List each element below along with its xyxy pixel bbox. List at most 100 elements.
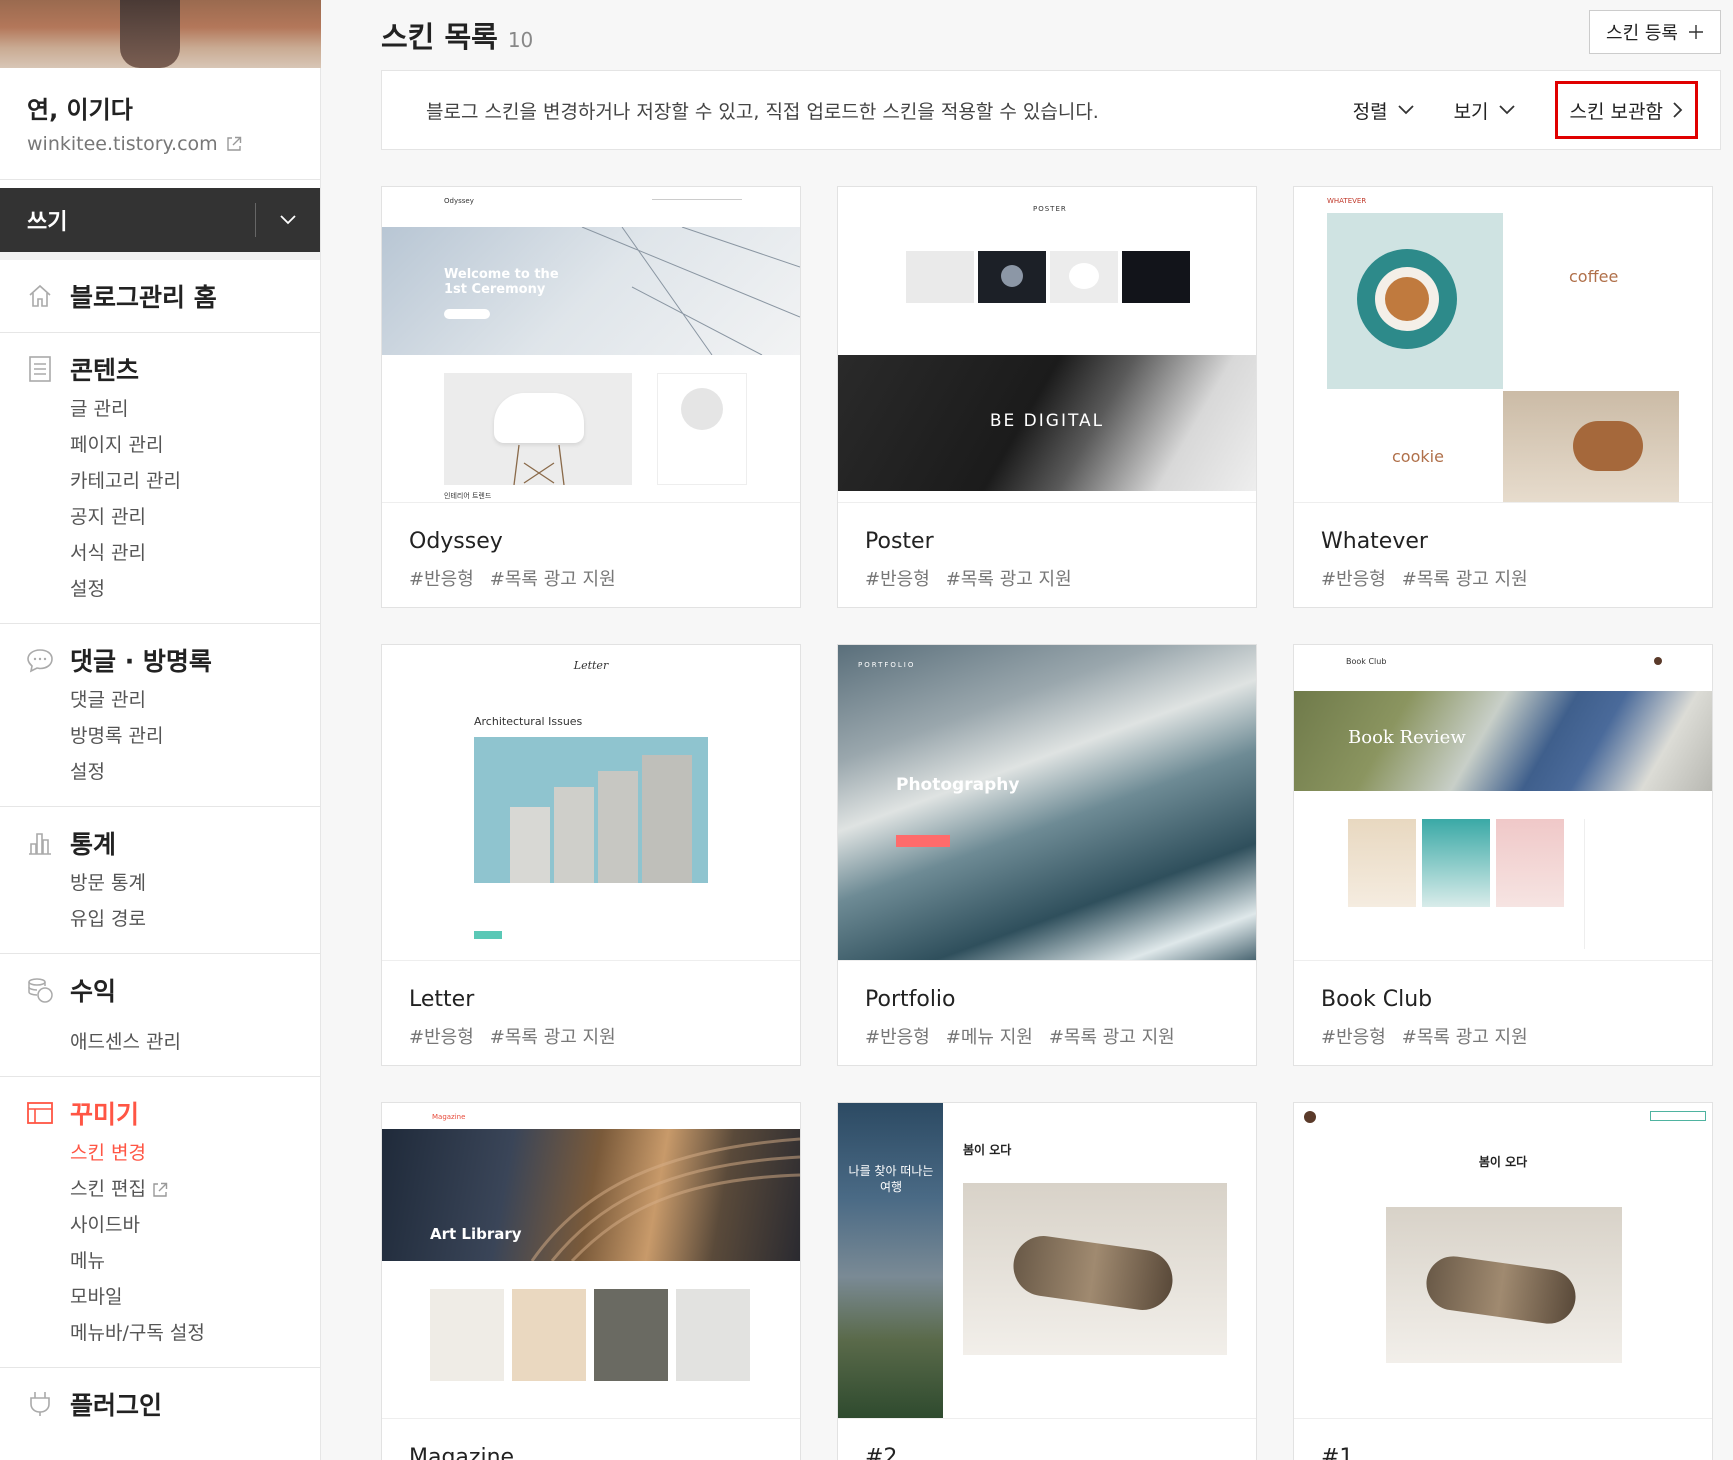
skin-tag: #반응형 <box>409 1027 474 1048</box>
skin-tag: #목록 광고 지원 <box>1401 1027 1528 1048</box>
skin-card-1[interactable]: 봄이 오다 #1 <box>1293 1102 1713 1460</box>
sub-item-skin-edit[interactable]: 스킨 편집 <box>0 1171 320 1207</box>
preview-subscribe-button <box>1650 1111 1706 1121</box>
plug-icon <box>26 1390 54 1418</box>
write-dropdown-toggle[interactable] <box>256 188 320 252</box>
skin-register-button[interactable]: 스킨 등록 <box>1589 10 1721 54</box>
sub-item-sidebar[interactable]: 사이드바 <box>0 1207 320 1243</box>
preview-hero-button <box>896 835 950 847</box>
preview-hero-text: Book Review <box>1348 727 1466 748</box>
profile-cover-image <box>0 0 321 68</box>
preview-search-line <box>652 199 742 200</box>
sub-item-mobile[interactable]: 모바일 <box>0 1279 320 1315</box>
blog-url-text: winkitee.tistory.com <box>27 133 218 155</box>
skin-name: Book Club <box>1321 987 1433 1012</box>
skin-name: Magazine <box>409 1445 515 1460</box>
skin-name: Whatever <box>1321 529 1428 554</box>
skin-preview-book-club[interactable]: Book Club Book Review <box>1294 645 1712 961</box>
skin-card-portfolio[interactable]: PORTFOLIO Photography Portfolio #반응형 #메뉴… <box>837 644 1257 1066</box>
menu-customize[interactable]: 꾸미기 <box>0 1091 320 1135</box>
sub-item-posts[interactable]: 글 관리 <box>0 391 320 427</box>
menu-revenue[interactable]: 수익 <box>0 968 320 1012</box>
document-icon <box>26 355 54 383</box>
skin-card-book-club[interactable]: Book Club Book Review Book Club #반응형 #목록… <box>1293 644 1713 1066</box>
profile-box: 연, 이기다 winkitee.tistory.com <box>0 68 320 180</box>
skin-preview-letter[interactable]: Letter Architectural Issues <box>382 645 800 961</box>
speech-bubble-icon <box>26 646 54 674</box>
menu-plugins[interactable]: 플러그인 <box>0 1382 320 1426</box>
sub-item-categories[interactable]: 카테고리 관리 <box>0 463 320 499</box>
sub-item-visit-stats[interactable]: 방문 통계 <box>0 865 320 901</box>
sort-label: 정렬 <box>1352 100 1388 123</box>
skin-card-whatever[interactable]: WHATEVER coffee cookie Whatever #반응형 #목록… <box>1293 186 1713 608</box>
layout-icon <box>26 1099 54 1127</box>
preview-cat-image <box>1386 1207 1622 1363</box>
menu-contents[interactable]: 콘텐츠 <box>0 347 320 391</box>
sort-dropdown[interactable]: 정렬 <box>1353 97 1414 124</box>
skin-card-letter[interactable]: Letter Architectural Issues Letter #반응형 … <box>381 644 801 1066</box>
sub-item-comments[interactable]: 댓글 관리 <box>0 682 320 718</box>
menu-customize-label: 꾸미기 <box>70 1100 140 1129</box>
menu-revenue-label: 수익 <box>70 977 117 1006</box>
sub-item-menubar-subscribe[interactable]: 메뉴바/구독 설정 <box>0 1315 320 1351</box>
sub-item-adsense[interactable]: 애드센스 관리 <box>0 1024 320 1060</box>
preview-book-2 <box>1422 819 1490 907</box>
preview-hero-text: Art Library <box>430 1225 522 1243</box>
skin-register-label: 스킨 등록 <box>1606 23 1678 44</box>
skin-preview-magazine[interactable]: Magazine Art Library <box>382 1103 800 1419</box>
sub-item-skin-change[interactable]: 스킨 변경 <box>0 1135 320 1171</box>
skin-card-2[interactable]: 나를 찾아 떠나는 여행 봄이 오다 #2 <box>837 1102 1257 1460</box>
page: 연, 이기다 winkitee.tistory.com 쓰기 블로그관리 홈 콘… <box>0 0 1733 1460</box>
preview-thumb-3 <box>1050 251 1118 303</box>
sub-item-menu[interactable]: 메뉴 <box>0 1243 320 1279</box>
sub-item-notices[interactable]: 공지 관리 <box>0 499 320 535</box>
skin-tags: #반응형 #목록 광고 지원 <box>1321 1023 1528 1049</box>
menu-section-home: 블로그관리 홈 <box>0 252 320 332</box>
skin-card-magazine[interactable]: Magazine Art Library Magazine <box>381 1102 801 1460</box>
preview-header-text: Magazine <box>432 1113 466 1121</box>
skin-card-odyssey[interactable]: Odyssey Welcome to the 1st Ceremony 인테리어… <box>381 186 801 608</box>
view-dropdown[interactable]: 보기 <box>1454 97 1515 124</box>
menu-comments[interactable]: 댓글 · 방명록 <box>0 638 320 682</box>
sub-item-templates[interactable]: 서식 관리 <box>0 535 320 571</box>
preview-hero-text: Welcome to the 1st Ceremony <box>444 267 559 297</box>
skin-preview-2[interactable]: 나를 찾아 떠나는 여행 봄이 오다 <box>838 1103 1256 1419</box>
blog-url-link[interactable]: winkitee.tistory.com <box>27 133 293 155</box>
preview-book-1 <box>1348 819 1416 907</box>
menu-section-stats: 통계 방문 통계 유입 경로 <box>0 806 320 953</box>
skin-name: Letter <box>409 987 475 1012</box>
preview-side-text: 나를 찾아 떠나는 여행 <box>848 1164 934 1194</box>
write-bar: 쓰기 <box>0 188 320 252</box>
skin-storage-button[interactable]: 스킨 보관함 <box>1554 81 1698 139</box>
blog-name[interactable]: 연, 이기다 <box>27 90 293 125</box>
preview-word-1: coffee <box>1569 267 1619 286</box>
preview-header-text: Odyssey <box>444 197 474 205</box>
skin-tags: #반응형 #목록 광고 지원 <box>1321 565 1528 591</box>
skin-card-poster[interactable]: POSTER BE DIGITAL Poster #반응형 #목록 광고 지원 <box>837 186 1257 608</box>
view-label: 보기 <box>1453 100 1489 123</box>
sub-item-contents-settings[interactable]: 설정 <box>0 571 320 607</box>
skin-preview-odyssey[interactable]: Odyssey Welcome to the 1st Ceremony 인테리어… <box>382 187 800 503</box>
preview-avatar <box>1304 1111 1316 1123</box>
skin-tag: #목록 광고 지원 <box>1401 569 1528 590</box>
sub-item-pages[interactable]: 페이지 관리 <box>0 427 320 463</box>
write-button[interactable]: 쓰기 <box>0 204 255 236</box>
preview-header-text: PORTFOLIO <box>858 661 916 669</box>
menu-stats[interactable]: 통계 <box>0 821 320 865</box>
skin-preview-portfolio[interactable]: PORTFOLIO Photography <box>838 645 1256 961</box>
sub-item-comments-settings[interactable]: 설정 <box>0 754 320 790</box>
menu-home[interactable]: 블로그관리 홈 <box>0 274 320 318</box>
preview-header-text: Letter <box>573 659 609 672</box>
skin-name: Poster <box>865 529 934 554</box>
skin-tags: #반응형 #메뉴 지원 #목록 광고 지원 <box>865 1023 1175 1049</box>
preview-hero-image: BE DIGITAL <box>838 355 1256 491</box>
preview-thumb-2 <box>512 1289 586 1381</box>
sidebar: 연, 이기다 winkitee.tistory.com 쓰기 블로그관리 홈 콘… <box>0 0 321 1460</box>
skin-preview-whatever[interactable]: WHATEVER coffee cookie <box>1294 187 1712 503</box>
sub-item-guestbook[interactable]: 방명록 관리 <box>0 718 320 754</box>
skin-preview-poster[interactable]: POSTER BE DIGITAL <box>838 187 1256 503</box>
menu-section-contents: 콘텐츠 글 관리 페이지 관리 카테고리 관리 공지 관리 서식 관리 설정 <box>0 332 320 623</box>
skin-preview-1[interactable]: 봄이 오다 <box>1294 1103 1712 1419</box>
skin-name: #2 <box>865 1445 898 1460</box>
sub-item-referrers[interactable]: 유입 경로 <box>0 901 320 937</box>
